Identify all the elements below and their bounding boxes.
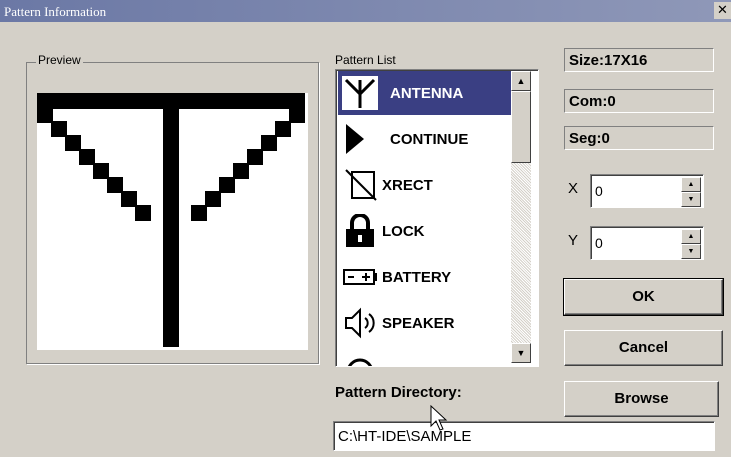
pattern-pixel <box>135 205 151 221</box>
scroll-up-icon[interactable]: ▲ <box>511 71 531 91</box>
pattern-pixel <box>163 107 179 347</box>
pattern-pixel <box>289 107 305 123</box>
scroll-thumb[interactable] <box>511 91 531 163</box>
list-item-speaker[interactable]: SPEAKER <box>338 301 514 345</box>
pattern-directory-input[interactable]: C:\HT-IDE\SAMPLE <box>333 421 715 451</box>
list-scrollbar[interactable]: ▲ ▼ <box>511 71 531 363</box>
list-item-label: LOCK <box>382 223 425 240</box>
preview-label: Preview <box>36 53 83 67</box>
x-spinner[interactable]: 0 ▲ ▼ <box>590 174 704 208</box>
list-item-continue[interactable]: CONTINUE <box>338 117 514 161</box>
com-field: Com:0 <box>564 89 714 113</box>
list-item-xrect[interactable]: XRECT <box>338 163 514 207</box>
list-item-label: SPEAKER <box>382 315 455 332</box>
spin-up-icon[interactable]: ▲ <box>681 229 701 244</box>
pattern-pixel <box>233 163 249 179</box>
pattern-pixel <box>275 121 291 137</box>
partial-icon <box>347 358 373 366</box>
pattern-pixel <box>247 149 263 165</box>
y-label: Y <box>568 232 579 249</box>
ok-button[interactable]: OK <box>563 278 724 316</box>
list-item-label: CONTINUE <box>390 131 469 148</box>
seg-field: Seg:0 <box>564 126 714 150</box>
spin-down-icon[interactable]: ▼ <box>681 244 701 259</box>
antenna-icon <box>342 76 378 110</box>
lock-icon <box>346 214 374 247</box>
y-value[interactable]: 0 <box>595 235 603 251</box>
size-field: Size:17X16 <box>564 48 714 72</box>
pattern-pixel <box>219 177 235 193</box>
pattern-listbox[interactable]: ANTENNA CONTINUE XRECT LOCK BATTERY SPEA… <box>335 69 539 367</box>
pattern-directory-label: Pattern Directory: <box>335 384 462 401</box>
list-item-label: XRECT <box>382 177 433 194</box>
close-icon[interactable]: ✕ <box>714 2 731 19</box>
scroll-down-icon[interactable]: ▼ <box>511 343 531 363</box>
pattern-pixel <box>191 205 207 221</box>
x-label: X <box>568 180 579 197</box>
browse-button[interactable]: Browse <box>564 381 719 417</box>
list-item-label: ANTENNA <box>390 85 464 102</box>
x-value[interactable]: 0 <box>595 183 603 199</box>
title-bar: Pattern Information ✕ <box>0 0 731 22</box>
list-item-label: BATTERY <box>382 269 452 286</box>
battery-icon <box>343 269 377 285</box>
play-triangle-icon <box>346 124 364 154</box>
list-item-battery[interactable]: BATTERY <box>338 255 514 299</box>
spin-up-icon[interactable]: ▲ <box>681 177 701 192</box>
crossed-rect-icon <box>345 169 377 201</box>
mouse-cursor-icon <box>430 405 448 431</box>
pattern-preview-canvas <box>37 93 308 350</box>
cancel-button[interactable]: Cancel <box>564 330 723 366</box>
pattern-pixel <box>261 135 277 151</box>
list-item-partial[interactable] <box>338 347 514 366</box>
spin-down-icon[interactable]: ▼ <box>681 192 701 207</box>
list-item-antenna[interactable]: ANTENNA <box>338 71 514 115</box>
pattern-pixel <box>205 191 221 207</box>
pattern-list-label: Pattern List <box>335 53 396 67</box>
y-spinner[interactable]: 0 ▲ ▼ <box>590 226 704 260</box>
list-item-lock[interactable]: LOCK <box>338 209 514 253</box>
window-title: Pattern Information <box>4 4 107 19</box>
speaker-icon <box>345 307 375 339</box>
